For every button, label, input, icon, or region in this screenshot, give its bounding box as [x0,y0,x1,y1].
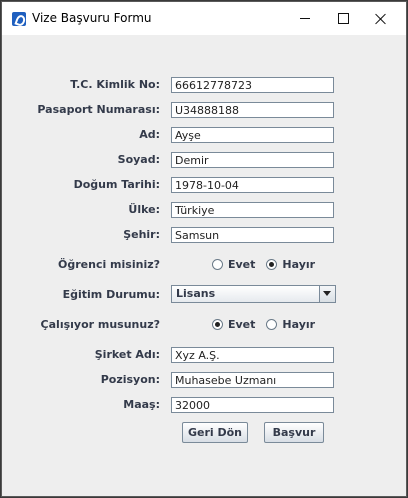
radio-selected-icon [266,259,278,270]
sirket-adi-input[interactable] [171,347,334,363]
pozisyon-input[interactable] [171,372,334,388]
dogum-tarihi-input[interactable] [171,177,334,193]
minimize-button[interactable] [286,2,324,35]
soyad-label: Soyad: [117,153,160,166]
radio-label: Hayır [282,318,316,331]
egitim-durumu-dropdown[interactable]: Lisans [171,285,336,303]
ogrenci-evet-radio[interactable]: Evet [212,258,255,271]
radio-label: Hayır [282,258,316,271]
window-title: Vize Başvuru Formu [32,11,152,25]
ulke-label: Ülke: [128,203,160,216]
radio-selected-icon [212,319,223,330]
ad-input[interactable] [171,127,334,143]
sehir-label: Şehir: [123,228,160,241]
calisiyor-evet-radio[interactable]: Evet [212,318,255,331]
chevron-down-icon[interactable] [319,286,335,302]
maas-label: Maaş: [123,398,160,411]
tc-kimlik-label: T.C. Kimlik No: [70,78,160,91]
geri-don-button[interactable]: Geri Dön [182,422,248,443]
ogrenci-hayir-radio[interactable]: Hayır [266,258,315,271]
close-button[interactable] [362,2,400,35]
tc-kimlik-input[interactable] [171,77,334,93]
ogrenci-label: Öğrenci misiniz? [58,258,160,271]
sirket-adi-label: Şirket Adı: [94,348,160,361]
maximize-button[interactable] [324,2,362,35]
pasaport-label: Pasaport Numarası: [37,103,160,116]
maximize-icon [337,13,349,24]
title-bar: Vize Başvuru Formu [2,2,406,35]
radio-label: Evet [228,258,256,271]
ogrenci-radio-group: Evet Hayır [212,258,326,271]
close-icon [375,13,387,25]
radio-label: Evet [228,318,256,331]
radio-unselected-icon [266,319,278,330]
sehir-input[interactable] [171,227,334,243]
ad-label: Ad: [139,128,160,141]
pasaport-input[interactable] [171,102,334,118]
calisiyor-label: Çalışıyor musunuz? [40,318,160,331]
java-app-icon [12,12,26,26]
radio-unselected-icon [212,259,223,270]
calisiyor-hayir-radio[interactable]: Hayır [266,318,315,331]
application-window: Vize Başvuru Formu T.C. Kimlik No: Pasap… [1,1,407,497]
dropdown-selected-value: Lisans [176,287,216,300]
maas-input[interactable] [171,397,334,413]
calisiyor-radio-group: Evet Hayır [212,318,326,331]
dogum-tarihi-label: Doğum Tarihi: [73,178,160,191]
pozisyon-label: Pozisyon: [100,373,160,386]
minimize-icon [300,18,310,19]
soyad-input[interactable] [171,152,334,168]
egitim-durumu-label: Eğitim Durumu: [62,288,160,301]
basvur-button[interactable]: Başvur [264,422,324,443]
ulke-input[interactable] [171,202,334,218]
